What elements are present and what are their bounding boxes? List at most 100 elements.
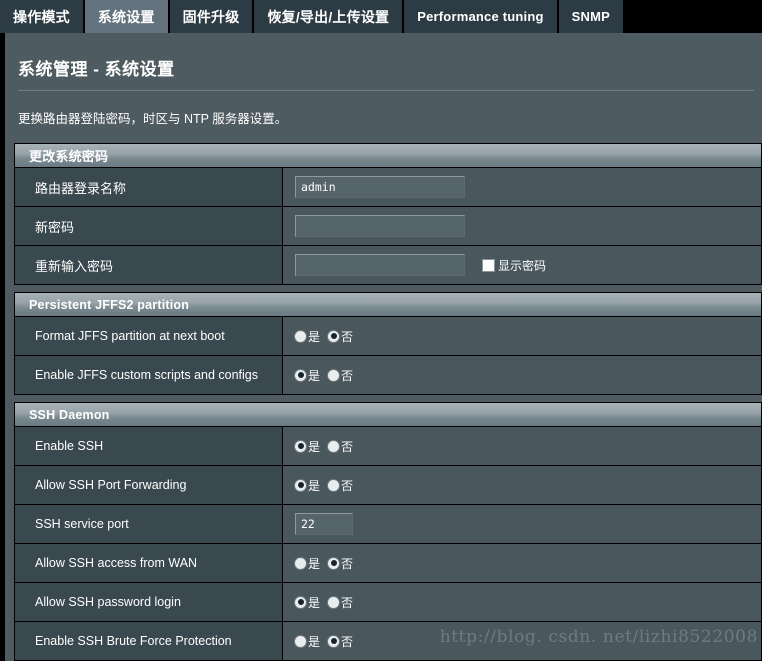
tab-4[interactable]: 恢复/导出/上传设置: [254, 0, 405, 33]
radio-yes-icon[interactable]: [295, 557, 306, 569]
row-value: [283, 207, 761, 245]
section-panel: Persistent JFFS2 partition Format JFFS pa…: [14, 292, 762, 395]
settings-row: Format JFFS partition at next boot 是否: [15, 317, 761, 356]
radio-yes-option[interactable]: 是: [295, 633, 320, 650]
radio-no-option[interactable]: 否: [328, 594, 353, 611]
radio-no-icon[interactable]: [328, 330, 340, 342]
tab-bar: 操作模式 系统设置 固件升级 恢复/导出/上传设置 Performance tuning…: [0, 0, 762, 33]
row-label: SSH service port: [15, 505, 283, 543]
radio-yes-icon[interactable]: [295, 635, 306, 647]
radio-yes-option[interactable]: 是: [295, 438, 320, 455]
radio-no-icon[interactable]: [328, 440, 340, 452]
row-label: 重新输入密码: [15, 246, 283, 284]
radio-no-label: 否: [341, 368, 354, 383]
radio-yes-label: 是: [308, 595, 321, 610]
radio-yes-option[interactable]: 是: [295, 594, 320, 611]
radio-group: 是否: [295, 594, 353, 611]
settings-row: Enable JFFS custom scripts and configs 是否: [15, 356, 761, 395]
row-label: 新密码: [15, 207, 283, 245]
row-label: 路由器登录名称: [15, 168, 283, 206]
radio-yes-icon[interactable]: [295, 369, 306, 381]
row-value: 是否: [283, 583, 761, 621]
radio-yes-label: 是: [308, 556, 321, 571]
radio-yes-option[interactable]: 是: [295, 328, 320, 345]
show-password-checkbox-wrap[interactable]: 显示密码: [483, 257, 546, 274]
row-label: Enable SSH: [15, 427, 283, 465]
radio-no-icon[interactable]: [328, 635, 340, 647]
tab-6[interactable]: SNMP: [558, 0, 625, 33]
radio-yes-icon[interactable]: [295, 330, 306, 342]
settings-row: 新密码: [15, 207, 761, 246]
row-value: 是否: [283, 466, 761, 504]
radio-no-option[interactable]: 否: [328, 633, 353, 650]
radio-yes-label: 是: [308, 329, 321, 344]
tab-5[interactable]: Performance tuning: [404, 0, 559, 33]
radio-no-label: 否: [341, 556, 354, 571]
row-value: [283, 168, 761, 206]
row-value: 是否: [283, 427, 761, 465]
section-gap: [14, 285, 756, 292]
radio-yes-icon[interactable]: [295, 596, 306, 608]
row-value: 是否: [283, 622, 761, 660]
radio-group: 是否: [295, 367, 353, 384]
settings-row: 重新输入密码 显示密码: [15, 246, 761, 285]
text-input[interactable]: [295, 215, 465, 237]
radio-group: 是否: [295, 328, 353, 345]
section-heading: Persistent JFFS2 partition: [15, 293, 761, 317]
radio-no-option[interactable]: 否: [328, 438, 353, 455]
radio-no-icon[interactable]: [328, 596, 340, 608]
checkbox-label: 显示密码: [498, 258, 547, 273]
settings-row: Allow SSH access from WAN 是否: [15, 544, 761, 583]
row-value: [283, 505, 761, 543]
radio-yes-label: 是: [308, 439, 321, 454]
radio-group: 是否: [295, 477, 353, 494]
page-title: 系统管理 - 系统设置: [18, 60, 175, 79]
row-label: Enable JFFS custom scripts and configs: [15, 356, 283, 394]
text-input[interactable]: [295, 254, 465, 276]
radio-yes-icon[interactable]: [295, 440, 306, 452]
radio-no-option[interactable]: 否: [328, 477, 353, 494]
tab-2[interactable]: 系统设置: [84, 0, 170, 33]
radio-yes-label: 是: [308, 478, 321, 493]
radio-yes-option[interactable]: 是: [295, 477, 320, 494]
radio-group: 是否: [295, 633, 353, 650]
radio-no-icon[interactable]: [328, 479, 340, 491]
radio-group: 是否: [295, 438, 353, 455]
checkbox-icon[interactable]: [483, 259, 494, 271]
row-value: 是否: [283, 317, 761, 355]
row-label: Allow SSH Port Forwarding: [15, 466, 283, 504]
settings-row: Enable SSH Brute Force Protection 是否: [15, 622, 761, 661]
radio-no-option[interactable]: 否: [328, 328, 353, 345]
tab-3[interactable]: 固件升级: [169, 0, 255, 33]
row-label: Allow SSH access from WAN: [15, 544, 283, 582]
radio-no-icon[interactable]: [328, 557, 340, 569]
radio-yes-option[interactable]: 是: [295, 367, 320, 384]
section-panel: SSH Daemon Enable SSH 是否 Allow SSH Port For…: [14, 402, 762, 661]
page-content: 系统管理 - 系统设置 更换路由器登陆密码，时区与 NTP 服务器设置。 更改系…: [0, 33, 762, 661]
settings-row: Enable SSH 是否: [15, 427, 761, 466]
tab-1[interactable]: 操作模式: [0, 0, 85, 33]
radio-no-label: 否: [341, 634, 354, 649]
radio-no-option[interactable]: 否: [328, 367, 353, 384]
section-heading: SSH Daemon: [15, 403, 761, 427]
row-label: Allow SSH password login: [15, 583, 283, 621]
tab-bar-filler: [624, 0, 762, 33]
radio-yes-label: 是: [308, 634, 321, 649]
radio-yes-option[interactable]: 是: [295, 555, 320, 572]
ssh-port-input[interactable]: [295, 513, 353, 535]
radio-no-icon[interactable]: [328, 369, 340, 381]
settings-row: Allow SSH password login 是否: [15, 583, 761, 622]
row-value: 是否: [283, 544, 761, 582]
radio-no-label: 否: [341, 595, 354, 610]
row-label: Format JFFS partition at next boot: [15, 317, 283, 355]
settings-sections: 更改系统密码路由器登录名称新密码重新输入密码 显示密码 Persistent JFF…: [14, 143, 762, 661]
radio-no-option[interactable]: 否: [328, 555, 353, 572]
settings-row: Allow SSH Port Forwarding 是否: [15, 466, 761, 505]
section-gap: [14, 395, 756, 402]
radio-group: 是否: [295, 555, 353, 572]
text-input[interactable]: [295, 176, 465, 198]
row-value: 是否: [283, 356, 761, 394]
radio-yes-icon[interactable]: [295, 479, 306, 491]
settings-row: 路由器登录名称: [15, 168, 761, 207]
page-description: 更换路由器登陆密码，时区与 NTP 服务器设置。: [18, 112, 288, 126]
